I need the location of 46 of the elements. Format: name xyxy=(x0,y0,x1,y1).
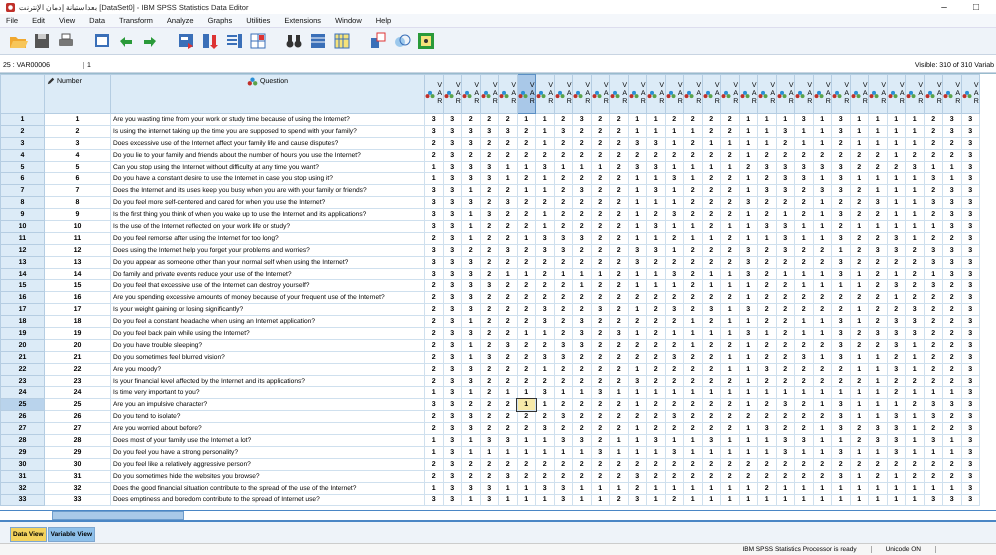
nominal-icon xyxy=(758,90,768,98)
nominal-icon xyxy=(814,90,824,98)
nominal-icon xyxy=(795,90,806,98)
nominal-icon xyxy=(628,90,639,98)
nominal-icon xyxy=(924,90,935,98)
nominal-icon xyxy=(573,90,584,98)
nominal-icon xyxy=(499,90,510,98)
split-file-icon[interactable] xyxy=(368,31,388,51)
nominal-icon xyxy=(962,90,972,98)
insert-variable-icon[interactable] xyxy=(332,31,352,51)
nominal-icon xyxy=(869,90,880,98)
nominal-icon xyxy=(740,90,750,98)
nominal-icon xyxy=(906,90,916,98)
nominal-icon xyxy=(888,90,898,98)
nominal-icon xyxy=(246,77,258,86)
corner-cell xyxy=(0,74,44,114)
nominal-icon xyxy=(721,90,732,98)
nominal-icon xyxy=(610,90,620,98)
save-icon[interactable] xyxy=(32,31,52,51)
scrollbar-thumb[interactable] xyxy=(52,511,184,520)
variables-icon[interactable] xyxy=(224,31,244,51)
nominal-icon xyxy=(518,90,528,98)
nominal-icon xyxy=(647,90,658,98)
nominal-icon xyxy=(536,90,546,98)
nominal-icon xyxy=(444,90,454,98)
nominal-icon xyxy=(832,90,842,98)
nominal-icon xyxy=(666,90,676,98)
select-cases-icon[interactable] xyxy=(416,31,436,51)
nominal-icon xyxy=(480,90,491,98)
nominal-icon xyxy=(776,90,787,98)
nominal-icon xyxy=(462,90,472,98)
nominal-icon xyxy=(425,90,436,98)
table-icon[interactable] xyxy=(248,31,268,51)
window-control[interactable]: □ xyxy=(962,2,990,12)
nominal-icon xyxy=(592,90,602,98)
nominal-icon xyxy=(943,90,954,98)
pencil-icon xyxy=(47,77,55,85)
nominal-icon xyxy=(554,90,565,98)
go-to-case-icon[interactable] xyxy=(176,31,196,51)
go-to-variable-icon[interactable] xyxy=(200,31,220,51)
insert-cases-icon[interactable] xyxy=(308,31,328,51)
nominal-icon xyxy=(702,90,713,98)
nominal-icon xyxy=(684,90,694,98)
app-icon xyxy=(6,2,15,12)
window-control[interactable]: – xyxy=(930,2,958,12)
nominal-icon xyxy=(850,90,861,98)
